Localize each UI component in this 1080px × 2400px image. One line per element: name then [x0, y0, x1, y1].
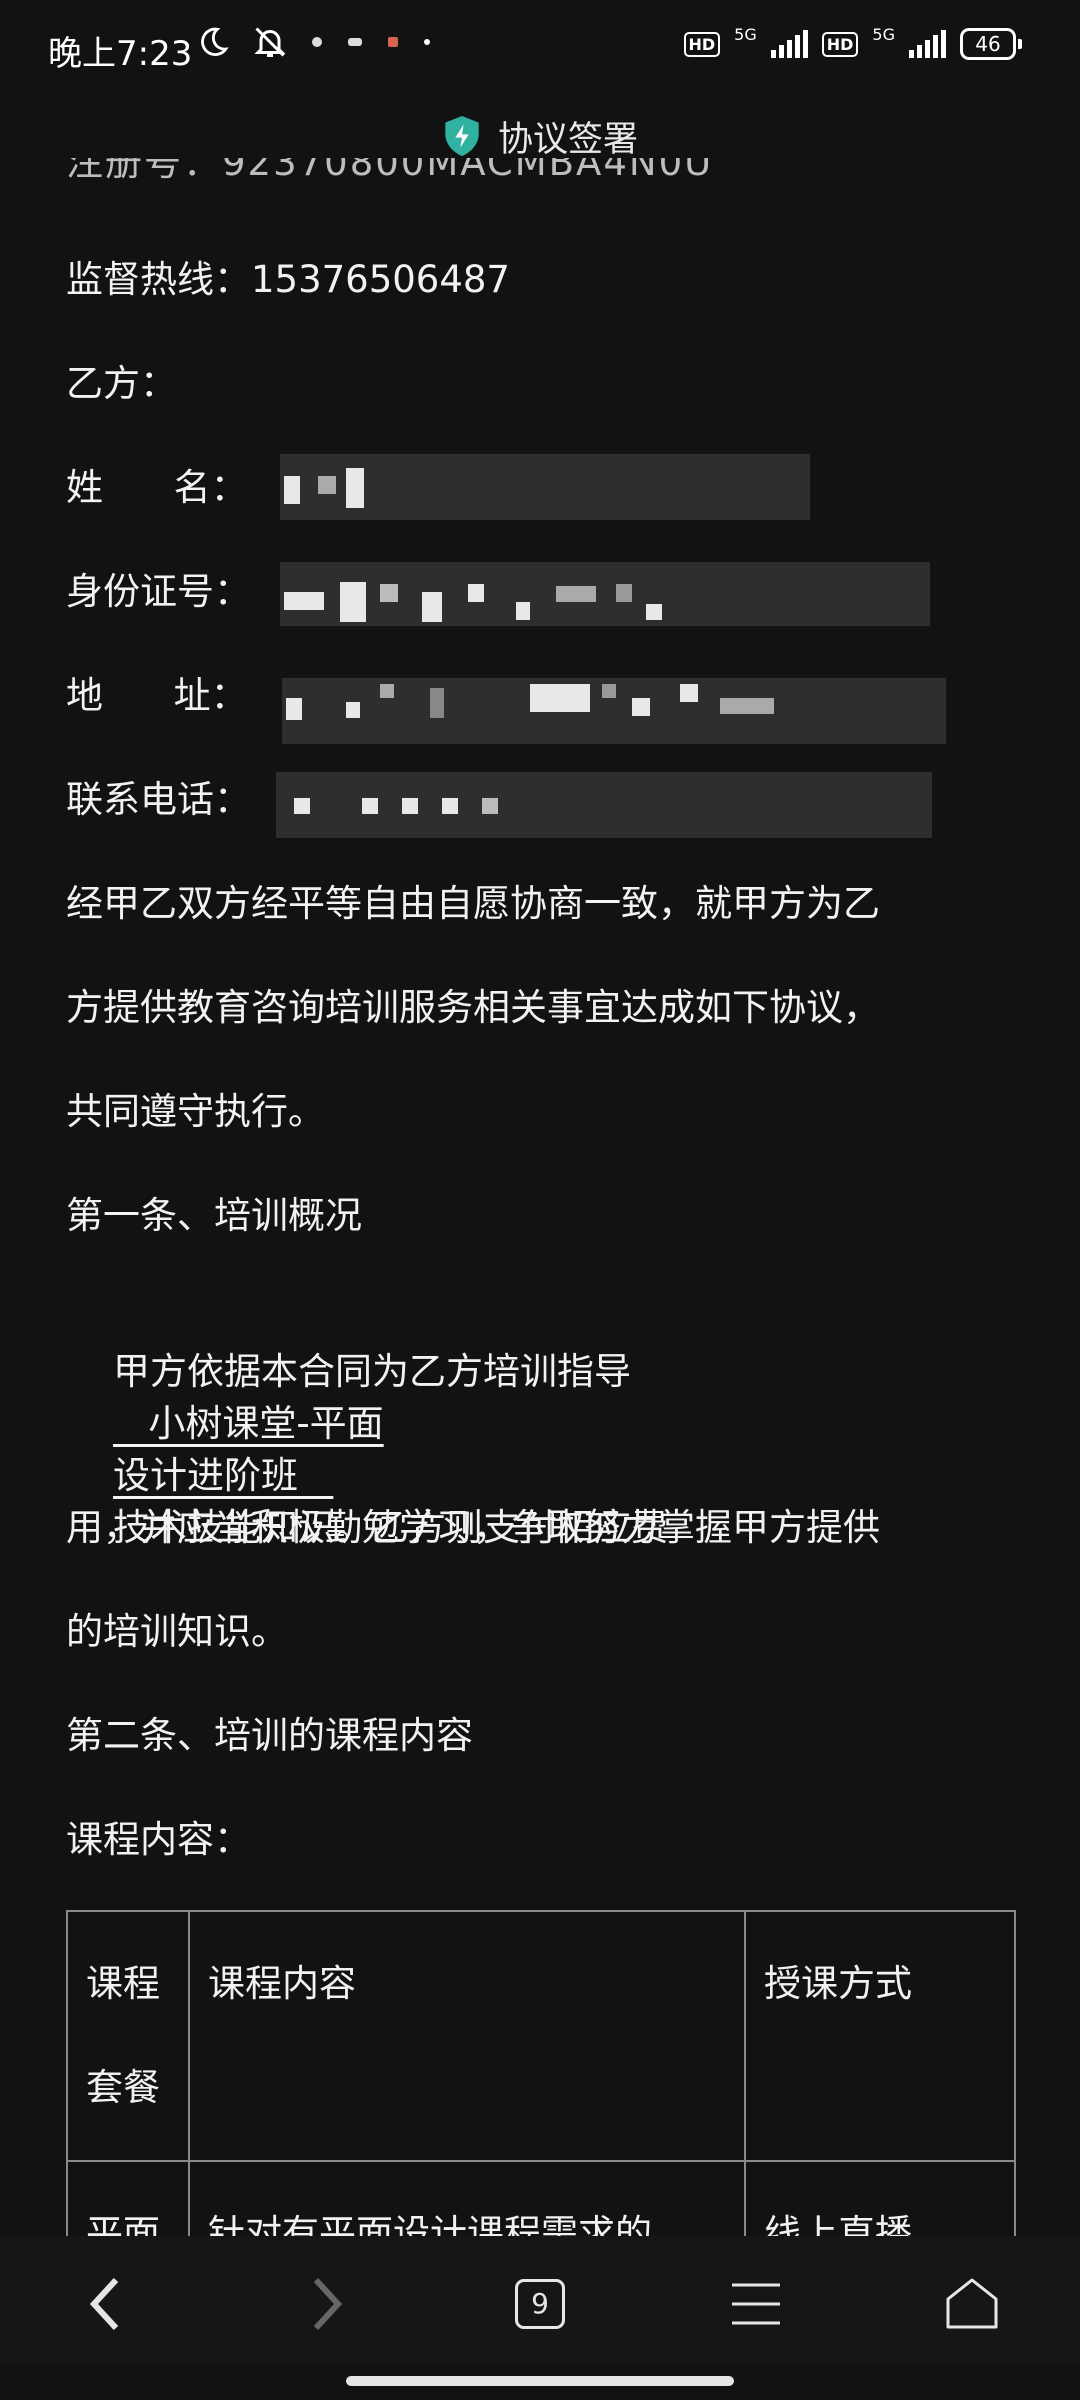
redacted-id-number — [280, 562, 930, 626]
battery-icon: 46 — [960, 28, 1022, 60]
menu-button[interactable] — [716, 2264, 796, 2344]
course-content-label: 课程内容： — [66, 1818, 251, 1861]
tabs-count: 9 — [515, 2279, 565, 2329]
forward-button[interactable] — [286, 2264, 366, 2344]
back-icon — [89, 2277, 119, 2331]
intro-paragraph-line: 方提供教育咨询培训服务相关事宜达成如下协议， — [66, 986, 880, 1029]
course-name: 设计进阶班 — [113, 1454, 334, 1497]
network-type: 5G — [734, 24, 757, 44]
app-notification-icon — [388, 37, 398, 47]
article-1-line: 的培训知识。 — [66, 1610, 288, 1653]
home-button[interactable] — [932, 2264, 1012, 2344]
notification-icons — [196, 24, 432, 60]
table-header-row: 课程 套餐 课程内容 授课方式 — [66, 1910, 1016, 2162]
app-notification-icon — [348, 38, 362, 46]
tabs-button[interactable]: 9 — [500, 2264, 580, 2344]
redacted-address — [282, 678, 946, 744]
article-1-title: 第一条、培训概况 — [66, 1194, 362, 1237]
page-header: 协议签署 — [0, 108, 1080, 164]
signal-icon — [770, 30, 808, 58]
back-button[interactable] — [66, 2264, 146, 2344]
intro-paragraph-line: 经甲乙双方经平等自由自愿协商一致，就甲方为乙 — [66, 882, 880, 925]
menu-icon — [732, 2283, 780, 2325]
hd-badge: HD — [683, 31, 721, 57]
more-notifications-icon — [424, 39, 430, 45]
id-number-label: 身份证号： — [66, 570, 251, 613]
table-header-cell: 课程内容 — [188, 1910, 746, 2162]
redacted-phone — [276, 772, 932, 838]
status-bar: 晚上7:23 HD 5G HD 5G 46 — [0, 0, 1080, 96]
gesture-home-indicator[interactable] — [346, 2376, 734, 2386]
forward-icon — [313, 2277, 343, 2331]
name-label: 姓 名： — [66, 466, 248, 509]
hd-badge: HD — [821, 31, 859, 57]
phone-label: 联系电话： — [66, 778, 251, 821]
table-header-cell: 授课方式 — [744, 1910, 1016, 2162]
home-icon — [946, 2278, 998, 2329]
page-title: 协议签署 — [497, 119, 638, 160]
network-type: 5G — [872, 24, 895, 44]
article-2-title: 第二条、培训的课程内容 — [66, 1714, 473, 1757]
bell-off-icon — [254, 27, 286, 57]
shield-bolt-icon — [445, 116, 479, 156]
registration-number-partial: 注册号：92370800MACMBA4N0U — [66, 158, 714, 184]
app-notification-icon — [312, 37, 322, 47]
intro-paragraph-line: 共同遵守执行。 — [66, 1090, 325, 1133]
supervision-hotline: 监督热线：15376506487 — [66, 258, 510, 301]
clock: 晚上7:23 — [48, 34, 193, 74]
address-label: 地 址： — [66, 674, 248, 717]
moon-icon — [201, 27, 229, 56]
system-indicators: HD 5G HD 5G 46 — [683, 24, 1022, 60]
article-1-line: 用，并应当积极勤勉学习，争取努力掌握甲方提供 — [66, 1506, 880, 1549]
signal-icon — [909, 30, 946, 58]
party-b-label: 乙方： — [66, 362, 177, 405]
browser-toolbar: 9 — [0, 2236, 1080, 2364]
redacted-name — [280, 454, 810, 520]
table-header-cell: 课程 套餐 — [66, 1910, 190, 2162]
